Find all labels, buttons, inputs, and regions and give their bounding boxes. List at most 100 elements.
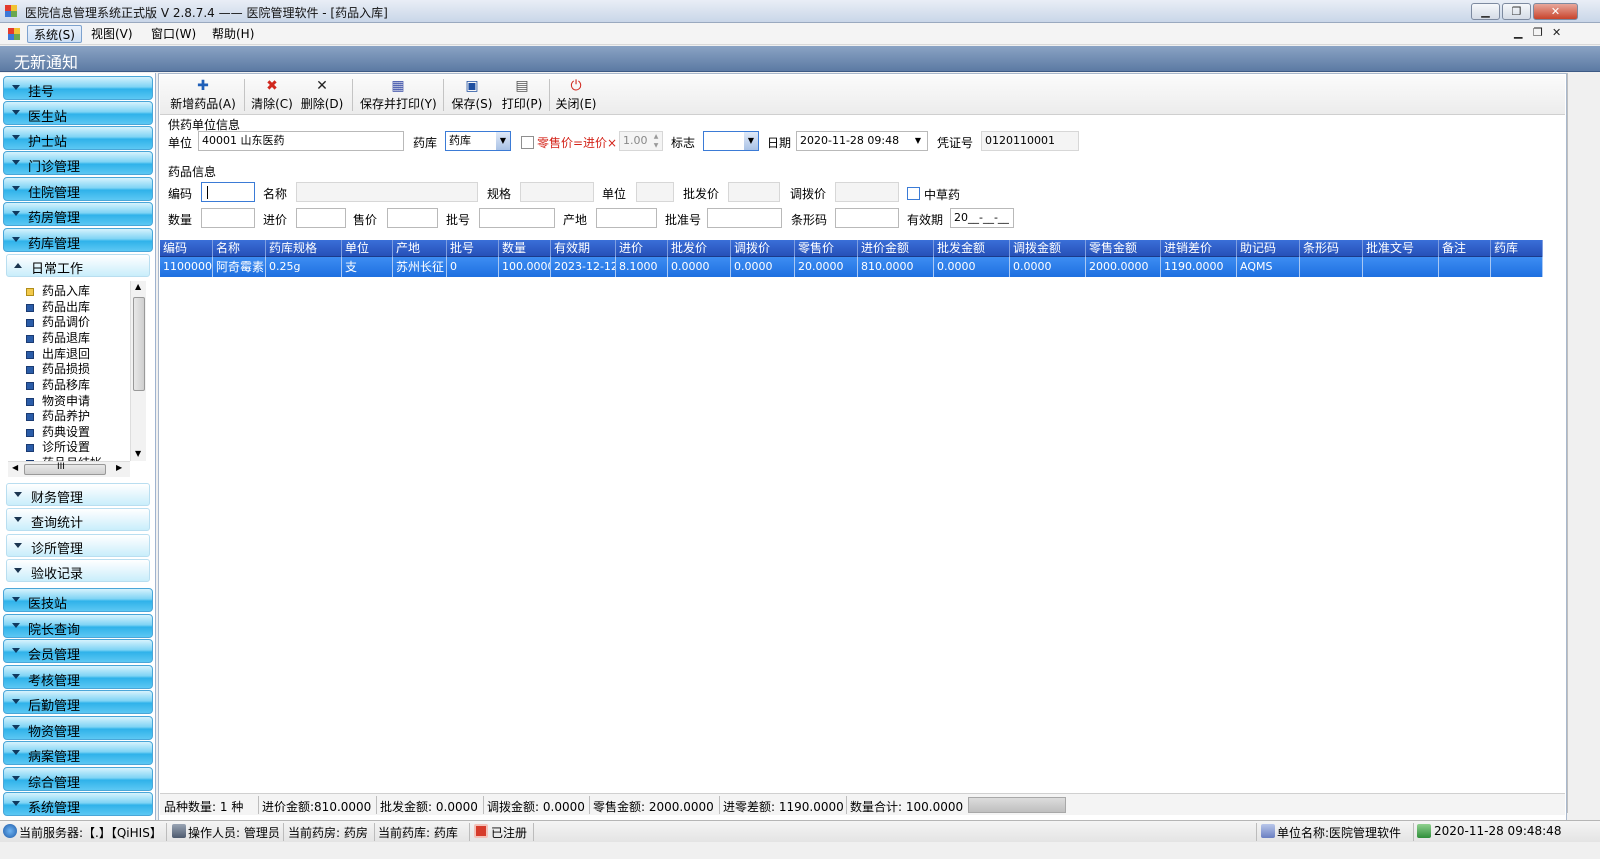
nav-director-query[interactable]: 院长查询 xyxy=(3,614,153,638)
column-header[interactable]: 条形码 xyxy=(1300,240,1363,257)
subnav-finance[interactable]: 财务管理 xyxy=(6,483,150,506)
drug-code-input[interactable] xyxy=(201,182,255,202)
scroll-up-icon[interactable]: ▲ xyxy=(135,282,141,291)
nav-nurse-station[interactable]: 护士站 xyxy=(3,126,153,150)
column-header[interactable]: 编码 xyxy=(160,240,213,257)
column-header[interactable]: 零售价 xyxy=(795,240,858,257)
menu-view[interactable]: 视图(V) xyxy=(85,25,139,43)
clear-button[interactable]: ✖ 清除(C) xyxy=(250,77,294,113)
column-header[interactable]: 有效期 xyxy=(551,240,616,257)
supplier-unit-field[interactable]: 40001 山东医药 xyxy=(198,131,404,151)
column-header[interactable]: 进销差价 xyxy=(1161,240,1237,257)
delete-button[interactable]: ✕ 删除(D) xyxy=(300,77,344,113)
tree-item-return-store[interactable]: 药品退库 xyxy=(26,331,90,346)
column-header[interactable]: 调拨金额 xyxy=(1010,240,1086,257)
column-header[interactable]: 单位 xyxy=(342,240,393,257)
nav-assessment-mgmt[interactable]: 考核管理 xyxy=(3,665,153,689)
nav-system-mgmt[interactable]: 系统管理 xyxy=(3,792,153,816)
nav-member-mgmt[interactable]: 会员管理 xyxy=(3,639,153,663)
column-header[interactable]: 零售金额 xyxy=(1086,240,1161,257)
approval-input[interactable] xyxy=(707,208,782,228)
nav-medical-records[interactable]: 病案管理 xyxy=(3,741,153,765)
mdi-close-icon[interactable]: ✕ xyxy=(1552,26,1561,39)
cost-price-input[interactable] xyxy=(296,208,346,228)
tree-item-pharmacopoeia[interactable]: 药典设置 xyxy=(26,425,90,440)
nav-general-mgmt[interactable]: 综合管理 xyxy=(3,767,153,791)
save-button[interactable]: ▣ 保存(S) xyxy=(450,77,494,113)
date-picker[interactable]: 2020-11-28 09:48 ▼ xyxy=(796,131,928,151)
column-header[interactable]: 名称 xyxy=(213,240,266,257)
restore-icon[interactable]: ❐ xyxy=(1502,3,1531,20)
tree-item-drug-inbound[interactable]: 药品入库 xyxy=(26,284,90,299)
batch-input[interactable] xyxy=(479,208,555,228)
column-header[interactable]: 助记码 xyxy=(1237,240,1300,257)
tree-item-material-request[interactable]: 物资申请 xyxy=(26,394,90,409)
nav-outpatient[interactable]: 门诊管理 xyxy=(3,151,153,175)
minimize-icon[interactable]: ▁ xyxy=(1471,3,1500,20)
drug-unit-label: 单位 xyxy=(602,187,627,201)
nav-inpatient[interactable]: 住院管理 xyxy=(3,177,153,201)
column-header[interactable]: 批准文号 xyxy=(1363,240,1439,257)
column-header[interactable]: 调拨价 xyxy=(731,240,795,257)
scrollbar-thumb[interactable] xyxy=(133,297,145,391)
column-header[interactable]: 数量 xyxy=(499,240,551,257)
column-header[interactable]: 药库 xyxy=(1491,240,1543,257)
nav-medtech-station[interactable]: 医技站 xyxy=(3,588,153,612)
column-header[interactable]: 备注 xyxy=(1439,240,1491,257)
subnav-acceptance[interactable]: 验收记录 xyxy=(6,559,150,582)
print-button[interactable]: ▤ 打印(P) xyxy=(500,77,544,113)
column-header[interactable]: 批号 xyxy=(447,240,499,257)
close-icon[interactable]: ✕ xyxy=(1533,3,1578,20)
scrollbar-thumb[interactable]: III xyxy=(24,462,106,475)
tree-item-drug-outbound[interactable]: 药品出库 xyxy=(26,300,90,315)
menu-window[interactable]: 窗口(W) xyxy=(145,25,202,43)
subnav-clinic-mgmt[interactable]: 诊所管理 xyxy=(6,534,150,557)
mdi-restore-icon[interactable]: ❐ xyxy=(1533,26,1543,39)
add-drug-button[interactable]: ✚ 新增药品(A) xyxy=(168,77,238,113)
dropdown-arrow-icon: ▼ xyxy=(744,132,758,150)
save-print-button[interactable]: ▦ 保存并打印(Y) xyxy=(360,77,437,113)
scroll-left-icon[interactable]: ◀ xyxy=(12,463,18,472)
subnav-query-stats[interactable]: 查询统计 xyxy=(6,508,150,531)
tree-vertical-scrollbar[interactable]: ▲ ▼ xyxy=(130,281,146,461)
column-header[interactable]: 进价 xyxy=(616,240,668,257)
subnav-daily-work[interactable]: 日常工作 xyxy=(6,254,150,277)
clear-icon: ✖ xyxy=(266,78,278,94)
tree-horizontal-scrollbar[interactable]: ◀ III ▶ xyxy=(8,461,130,477)
tree-item-drug-loss[interactable]: 药品损损 xyxy=(26,362,90,377)
column-header[interactable]: 批发价 xyxy=(668,240,731,257)
tree-item-outbound-return[interactable]: 出库退回 xyxy=(26,347,90,362)
tree-item-drug-maintenance[interactable]: 药品养护 xyxy=(26,409,90,424)
qty-input[interactable] xyxy=(201,208,255,228)
tree-item-clinic-settings[interactable]: 诊所设置 xyxy=(26,440,90,455)
menu-help[interactable]: 帮助(H) xyxy=(206,25,260,43)
barcode-input[interactable] xyxy=(835,208,899,228)
sale-price-input[interactable] xyxy=(387,208,438,228)
nav-logistics-mgmt[interactable]: 后勤管理 xyxy=(3,690,153,714)
tree-item-price-adjust[interactable]: 药品调价 xyxy=(26,315,90,330)
table-row[interactable]: 11000001 阿奇霉素 0.25g 支 苏州长征 0 100.0000 20… xyxy=(160,257,1543,277)
mdi-minimize-icon[interactable]: ▁ xyxy=(1514,26,1522,39)
nav-material-mgmt[interactable]: 物资管理 xyxy=(3,716,153,740)
nav-drug-store[interactable]: 药库管理 xyxy=(3,228,153,252)
column-header[interactable]: 产地 xyxy=(393,240,447,257)
folder-icon xyxy=(26,287,34,296)
retail-equals-cost-checkbox[interactable] xyxy=(521,136,534,149)
origin-input[interactable] xyxy=(596,208,657,228)
scroll-down-icon[interactable]: ▼ xyxy=(135,449,141,458)
herbal-checkbox[interactable] xyxy=(907,187,920,200)
mdi-window-icon[interactable] xyxy=(7,27,21,41)
column-header[interactable]: 药库规格 xyxy=(266,240,342,257)
nav-doctor-station[interactable]: 医生站 xyxy=(3,101,153,125)
tree-item-drug-transfer[interactable]: 药品移库 xyxy=(26,378,90,393)
column-header[interactable]: 批发金额 xyxy=(934,240,1010,257)
nav-pharmacy[interactable]: 药房管理 xyxy=(3,202,153,226)
mark-select[interactable]: ▼ xyxy=(703,131,759,151)
expiry-input[interactable]: 20__-__-__ xyxy=(950,208,1014,228)
scroll-right-icon[interactable]: ▶ xyxy=(116,463,122,472)
nav-registration[interactable]: 挂号 xyxy=(3,76,153,100)
column-header[interactable]: 进价金额 xyxy=(858,240,934,257)
menu-system[interactable]: 系统(S) xyxy=(27,25,82,43)
store-select[interactable]: 药库 ▼ xyxy=(445,131,511,151)
close-button[interactable]: ⏻ 关闭(E) xyxy=(554,77,598,113)
